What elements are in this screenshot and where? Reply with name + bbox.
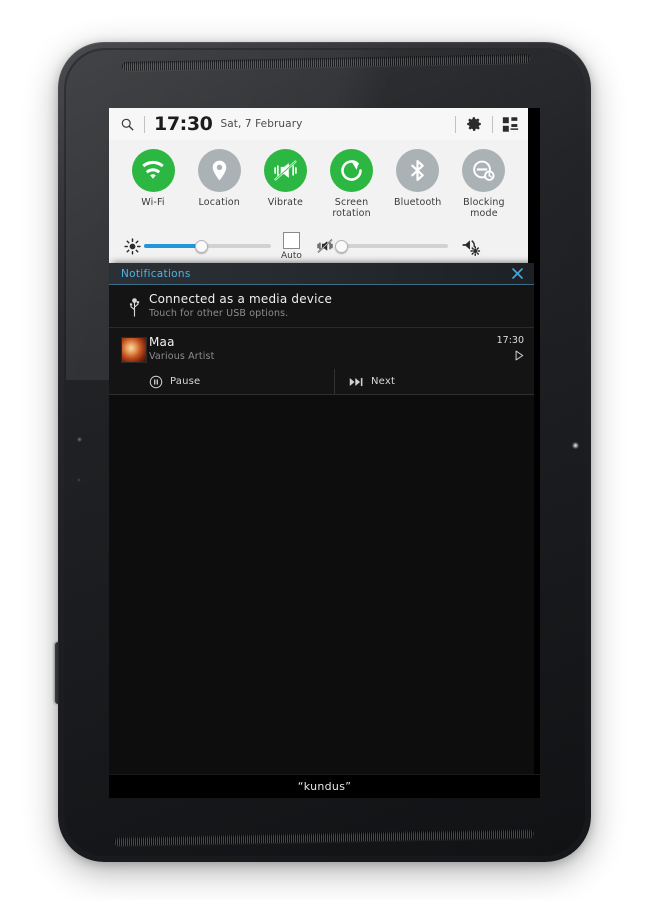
toggle-screen-rotation[interactable]: Screen rotation	[322, 149, 382, 219]
toggle-bluetooth[interactable]: Bluetooth	[388, 149, 448, 219]
status-bar-divider-3	[492, 115, 493, 133]
play-triangle-icon	[515, 350, 524, 361]
music-artist: Various Artist	[149, 351, 215, 362]
auto-brightness-label: Auto	[281, 250, 302, 261]
volume-slider-thumb[interactable]	[334, 239, 348, 253]
music-notification-text: Maa Various Artist	[149, 335, 482, 362]
location-pin-icon	[197, 149, 241, 192]
pause-circle-icon	[149, 375, 163, 389]
quick-settings-grid-icon[interactable]	[502, 116, 519, 133]
brightness-slider-fill	[144, 244, 202, 248]
toggle-location-label: Location	[198, 197, 240, 208]
quick-settings-panel: 17:30 Sat, 7 February Wi-Fi Location Vib…	[109, 108, 528, 269]
side-power-button[interactable]	[55, 642, 59, 704]
media-pause-label: Pause	[170, 376, 201, 387]
bluetooth-icon	[396, 149, 440, 192]
music-track-title: Maa	[149, 335, 175, 349]
speaker-settings-icon[interactable]	[456, 236, 486, 257]
toggle-vibrate[interactable]: Vibrate	[255, 149, 315, 219]
usb-notification-subtitle: Touch for other USB options.	[149, 308, 289, 319]
close-x-icon[interactable]	[510, 266, 525, 281]
album-art	[121, 337, 147, 363]
status-bar: 17:30 Sat, 7 February	[109, 108, 528, 140]
notification-shade: Notifications Connected as a media devic…	[109, 263, 534, 798]
media-pause-button[interactable]: Pause	[149, 369, 334, 394]
music-notification-time: 17:30	[496, 335, 524, 346]
navigation-bar: “kundus”	[109, 774, 540, 798]
music-notification-meta: 17:30	[482, 335, 524, 361]
brightness-slider-thumb[interactable]	[194, 239, 208, 253]
media-control-row: Pause Next	[109, 369, 534, 395]
media-next-button[interactable]: Next	[334, 369, 534, 394]
notification-item-usb[interactable]: Connected as a media device Touch for ot…	[109, 285, 534, 328]
gear-icon[interactable]	[465, 115, 483, 133]
left-microphone-dot	[77, 478, 81, 482]
album-art-container	[119, 335, 149, 363]
wifi-icon	[131, 149, 175, 192]
usb-notification-title: Connected as a media device	[149, 292, 333, 306]
toggle-vibrate-label: Vibrate	[267, 197, 304, 208]
toggle-location[interactable]: Location	[189, 149, 249, 219]
notification-list: Connected as a media device Touch for ot…	[109, 285, 534, 395]
status-bar-divider-1	[144, 115, 145, 133]
volume-slider[interactable]	[334, 239, 448, 253]
media-next-label: Next	[371, 376, 396, 387]
notification-header: Notifications	[109, 263, 534, 285]
toggle-blocking-mode[interactable]: Blocking mode	[454, 149, 514, 219]
tablet-device: 17:30 Sat, 7 February Wi-Fi Location Vib…	[55, 42, 591, 862]
toggle-wifi[interactable]: Wi-Fi	[123, 149, 183, 219]
tablet-screen: 17:30 Sat, 7 February Wi-Fi Location Vib…	[109, 108, 540, 798]
status-bar-divider-2	[455, 115, 456, 133]
date-label: Sat, 7 February	[220, 118, 303, 130]
auto-brightness-control[interactable]: Auto	[281, 231, 302, 261]
right-indicator-dot	[572, 442, 579, 449]
notification-header-title: Notifications	[121, 267, 191, 280]
usb-icon	[119, 292, 149, 317]
auto-brightness-checkbox[interactable]	[282, 231, 300, 249]
clock: 17:30	[154, 113, 213, 135]
search-icon[interactable]	[120, 117, 135, 132]
watermark-label: “kundus”	[297, 780, 352, 793]
usb-notification-text: Connected as a media device Touch for ot…	[149, 292, 524, 319]
screenshot-root: 17:30 Sat, 7 February Wi-Fi Location Vib…	[0, 0, 649, 900]
brightness-slider[interactable]	[144, 239, 271, 253]
skip-next-icon	[349, 376, 364, 388]
vibrate-mute-icon	[263, 149, 307, 192]
toggle-wifi-label: Wi-Fi	[141, 197, 165, 208]
brightness-icon	[120, 237, 144, 255]
rotate-icon	[330, 149, 374, 192]
toggle-screen-rotation-label: Screen rotation	[332, 197, 371, 219]
left-sensor-dot	[77, 437, 82, 442]
notification-item-music[interactable]: Maa Various Artist 17:30	[109, 328, 534, 369]
toggle-blocking-mode-label: Blocking mode	[463, 197, 505, 219]
slider-row: Auto	[109, 224, 528, 268]
quick-toggle-row: Wi-Fi Location Vibrate Screen rotation B…	[109, 140, 528, 224]
blocking-mode-icon	[462, 149, 506, 192]
toggle-bluetooth-label: Bluetooth	[394, 197, 442, 208]
